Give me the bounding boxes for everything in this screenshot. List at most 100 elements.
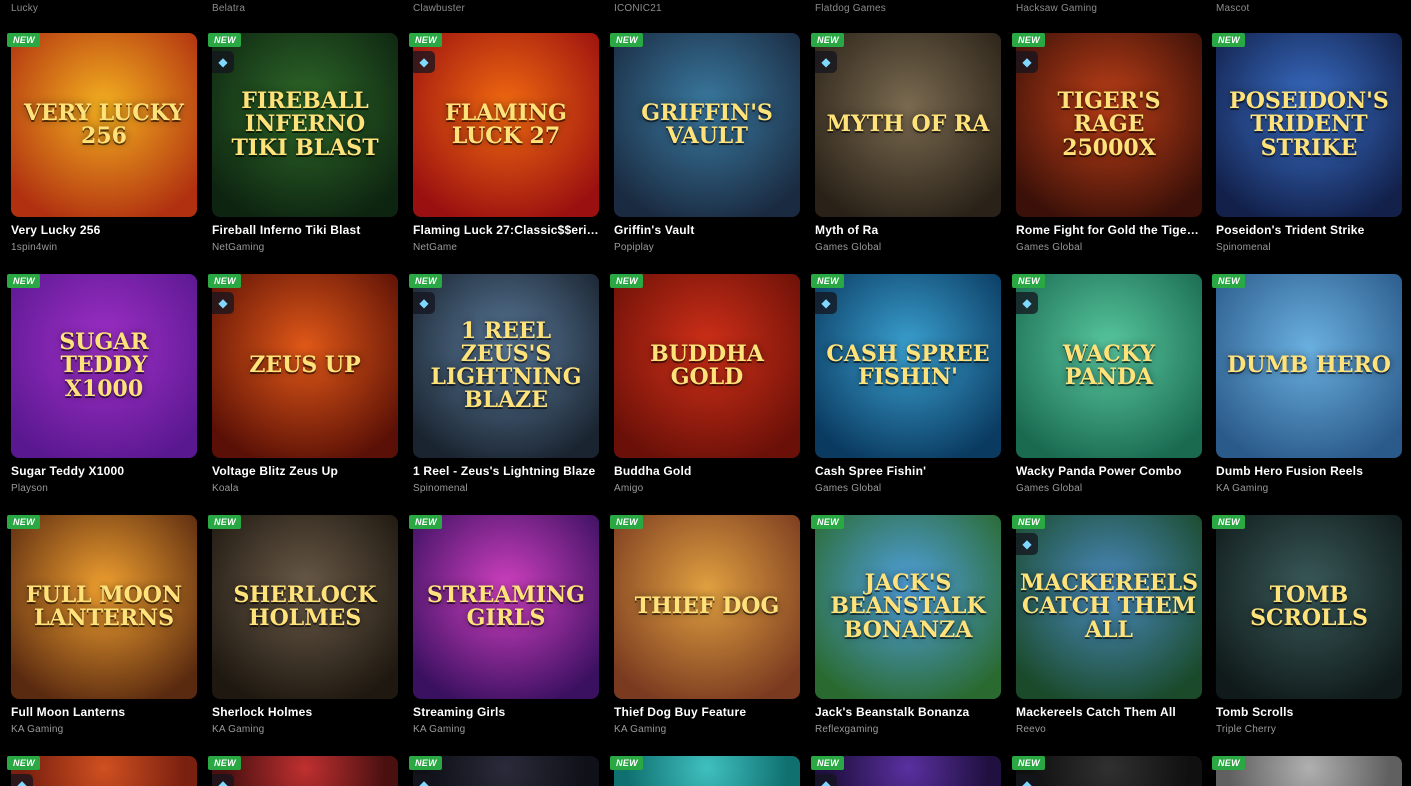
- game-title[interactable]: Poseidon's Trident Strike: [1216, 223, 1402, 237]
- game-thumbnail[interactable]: ◆ Mackereels Catch Them All: [1016, 515, 1202, 699]
- game-card[interactable]: NEW Dumb Hero Dumb Hero Fusion Reels KA Gam…: [1212, 274, 1402, 494]
- game-thumbnail[interactable]: ◆ Tiger's Rage 25000X: [1016, 33, 1202, 217]
- game-title[interactable]: Fireball Inferno Tiki Blast: [212, 223, 398, 237]
- game-card[interactable]: NEW ◆ Wacky Panda Wacky Panda Power Combo Ga…: [1012, 274, 1202, 494]
- game-logo-art: Zeus Up: [249, 352, 361, 379]
- game-thumbnail[interactable]: Griffin's Vault: [614, 33, 800, 217]
- game-card[interactable]: NEW ◆ Zeus Up Voltage Blitz Zeus Up Koala: [208, 274, 398, 494]
- new-badge: NEW: [610, 515, 643, 529]
- game-card[interactable]: NEW Tomb Scrolls Tomb Scrolls Triple Cherry: [1212, 515, 1402, 735]
- game-card[interactable]: NEW Sherlock Holmes Sherlock Holmes KA Gami…: [208, 515, 398, 735]
- game-card[interactable]: NEW ◆: [409, 756, 599, 786]
- game-card[interactable]: NEW: [610, 756, 800, 786]
- game-provider: Games Global: [815, 242, 882, 253]
- diamond-icon: ◆: [212, 774, 234, 786]
- diamond-icon: ◆: [413, 51, 435, 73]
- game-provider: Triple Cherry: [1216, 724, 1277, 735]
- game-title[interactable]: Rome Fight for Gold the Tige…: [1016, 223, 1202, 237]
- new-badge: NEW: [1012, 33, 1045, 47]
- game-card[interactable]: NEW: [1212, 756, 1402, 786]
- diamond-icon: ◆: [815, 774, 837, 786]
- game-card[interactable]: NEW ◆: [208, 756, 398, 786]
- game-title[interactable]: Very Lucky 256: [11, 223, 197, 237]
- game-provider: KA Gaming: [1216, 483, 1269, 494]
- game-thumbnail[interactable]: ◆ Flaming Luck 27: [413, 33, 599, 217]
- game-thumbnail[interactable]: Full Moon Lanterns: [11, 515, 197, 699]
- game-thumbnail[interactable]: Sherlock Holmes: [212, 515, 398, 699]
- game-title[interactable]: Voltage Blitz Zeus Up: [212, 464, 398, 478]
- new-badge: NEW: [811, 515, 844, 529]
- game-title[interactable]: Tomb Scrolls: [1216, 705, 1402, 719]
- game-title[interactable]: Thief Dog Buy Feature: [614, 705, 800, 719]
- game-card[interactable]: NEW Very Lucky 256 Very Lucky 256 1spin4win: [7, 33, 197, 253]
- game-title[interactable]: Myth of Ra: [815, 223, 1001, 237]
- game-title[interactable]: Wacky Panda Power Combo: [1016, 464, 1202, 478]
- new-badge: NEW: [610, 756, 643, 770]
- new-badge: NEW: [811, 33, 844, 47]
- game-title[interactable]: Cash Spree Fishin': [815, 464, 1001, 478]
- game-card[interactable]: NEW Jack's Beanstalk Bonanza Jack's Beanst…: [811, 515, 1001, 735]
- new-badge: NEW: [610, 274, 643, 288]
- game-logo-art: Dumb Hero: [1227, 352, 1391, 379]
- game-title[interactable]: Sugar Teddy X1000: [11, 464, 197, 478]
- game-thumbnail[interactable]: ◆ 1 Reel Zeus's Lightning Blaze: [413, 274, 599, 458]
- game-logo-art: Sherlock Holmes: [233, 581, 377, 631]
- game-thumbnail[interactable]: Poseidon's Trident Strike: [1216, 33, 1402, 217]
- game-card[interactable]: NEW ◆ 1 Reel Zeus's Lightning Blaze 1 Reel …: [409, 274, 599, 494]
- game-thumbnail[interactable]: Dumb Hero: [1216, 274, 1402, 458]
- game-card[interactable]: NEW ◆ Cash Spree Fishin' Cash Spree Fishin'…: [811, 274, 1001, 494]
- game-title[interactable]: Jack's Beanstalk Bonanza: [815, 705, 1001, 719]
- game-thumbnail[interactable]: ◆ Myth of Ra: [815, 33, 1001, 217]
- diamond-icon: ◆: [413, 774, 435, 786]
- game-card[interactable]: NEW Thief Dog Thief Dog Buy Feature KA Gami…: [610, 515, 800, 735]
- game-provider: KA Gaming: [614, 724, 667, 735]
- game-thumbnail[interactable]: Streaming Girls: [413, 515, 599, 699]
- game-title[interactable]: Griffin's Vault: [614, 223, 800, 237]
- game-provider: KA Gaming: [11, 724, 64, 735]
- new-badge: NEW: [7, 756, 40, 770]
- game-logo-art: Poseidon's Trident Strike: [1229, 88, 1389, 161]
- game-card[interactable]: NEW Griffin's Vault Griffin's Vault Popipla…: [610, 33, 800, 253]
- game-provider: Playson: [11, 483, 48, 494]
- game-title[interactable]: Streaming Girls: [413, 705, 599, 719]
- game-card[interactable]: NEW Poseidon's Trident Strike Poseidon's T…: [1212, 33, 1402, 253]
- game-title[interactable]: 1 Reel - Zeus's Lightning Blaze: [413, 464, 599, 478]
- game-title[interactable]: Full Moon Lanterns: [11, 705, 197, 719]
- game-thumbnail[interactable]: Very Lucky 256: [11, 33, 197, 217]
- game-provider: Reflexgaming: [815, 724, 879, 735]
- game-thumbnail[interactable]: Tomb Scrolls: [1216, 515, 1402, 699]
- new-badge: NEW: [1012, 756, 1045, 770]
- game-title[interactable]: Buddha Gold: [614, 464, 800, 478]
- new-badge: NEW: [409, 515, 442, 529]
- game-thumbnail[interactable]: Thief Dog: [614, 515, 800, 699]
- diamond-icon: ◆: [1016, 51, 1038, 73]
- game-thumbnail[interactable]: ◆ Zeus Up: [212, 274, 398, 458]
- game-card[interactable]: NEW Streaming Girls Streaming Girls KA Gami…: [409, 515, 599, 735]
- game-provider: 1spin4win: [11, 242, 58, 253]
- game-title[interactable]: Dumb Hero Fusion Reels: [1216, 464, 1402, 478]
- game-card[interactable]: NEW Full Moon Lanterns Full Moon Lanterns K…: [7, 515, 197, 735]
- diamond-icon: ◆: [11, 774, 33, 786]
- game-title[interactable]: Flaming Luck 27:Classic$$eri…: [413, 223, 599, 237]
- game-card[interactable]: NEW ◆: [811, 756, 1001, 786]
- game-card[interactable]: NEW ◆ Flaming Luck 27 Flaming Luck 27:Class…: [409, 33, 599, 253]
- game-card[interactable]: NEW ◆: [1012, 756, 1202, 786]
- game-title[interactable]: Sherlock Holmes: [212, 705, 398, 719]
- game-thumbnail[interactable]: Jack's Beanstalk Bonanza: [815, 515, 1001, 699]
- game-card[interactable]: NEW ◆: [7, 756, 197, 786]
- game-card[interactable]: NEW Sugar Teddy x1000 Sugar Teddy X1000 Pla…: [7, 274, 197, 494]
- game-thumbnail[interactable]: Buddha Gold: [614, 274, 800, 458]
- game-card[interactable]: NEW ◆ Myth of Ra Myth of Ra Games Global: [811, 33, 1001, 253]
- game-thumbnail[interactable]: ◆ Cash Spree Fishin': [815, 274, 1001, 458]
- game-provider: Koala: [212, 483, 239, 494]
- game-card[interactable]: NEW ◆ Tiger's Rage 25000X Rome Fight for Go…: [1012, 33, 1202, 253]
- game-thumbnail[interactable]: ◆ Fireball Inferno Tiki Blast: [212, 33, 398, 217]
- game-card[interactable]: NEW ◆ Mackereels Catch Them All Mackereels …: [1012, 515, 1202, 735]
- game-title[interactable]: Mackereels Catch Them All: [1016, 705, 1202, 719]
- game-provider: NetGame: [413, 242, 458, 253]
- game-card[interactable]: NEW ◆ Fireball Inferno Tiki Blast Fireball …: [208, 33, 398, 253]
- game-thumbnail[interactable]: ◆ Wacky Panda: [1016, 274, 1202, 458]
- game-card[interactable]: NEW Buddha Gold Buddha Gold Amigo: [610, 274, 800, 494]
- game-provider: Games Global: [1016, 483, 1083, 494]
- game-thumbnail[interactable]: Sugar Teddy x1000: [11, 274, 197, 458]
